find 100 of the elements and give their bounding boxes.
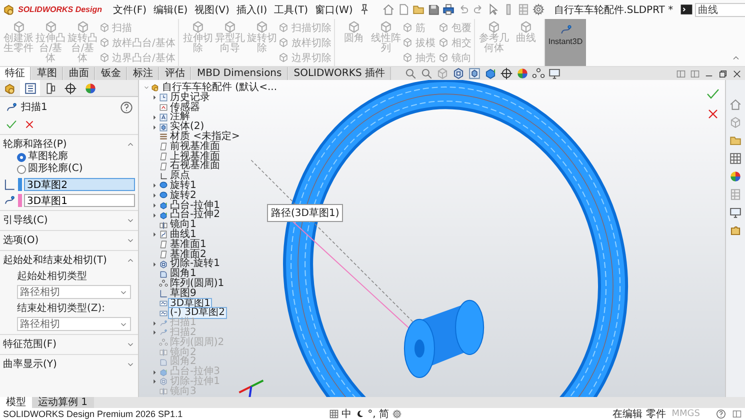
search-field[interactable]: 曲线 <box>695 2 745 16</box>
menu-item[interactable]: 插入(I) <box>234 2 270 16</box>
tree-item[interactable]: 旋转1 <box>169 180 198 191</box>
selection-field[interactable]: 3D草图2 <box>24 178 135 191</box>
puzzle-icon[interactable] <box>729 224 742 237</box>
help-icon[interactable] <box>120 100 133 114</box>
tangency-dropdown[interactable]: 路径相切 <box>17 285 131 299</box>
section-header[interactable]: 曲率显示(Y) <box>3 357 57 371</box>
home-icon[interactable] <box>729 98 742 111</box>
ime-script[interactable]: 简 <box>378 407 389 420</box>
appearance-icon[interactable] <box>84 82 96 94</box>
tree-item[interactable]: 传感器 <box>169 102 201 112</box>
expand-arrow-icon[interactable] <box>151 231 158 238</box>
tree-item[interactable]: 实体(2) <box>169 122 206 132</box>
tab[interactable]: 模型 <box>0 397 32 408</box>
panel-icon[interactable] <box>732 409 742 419</box>
tree-item[interactable]: 前视基准面 <box>169 142 221 152</box>
settings-icon[interactable] <box>532 3 545 16</box>
save-icon[interactable] <box>426 3 440 16</box>
section-header[interactable]: 特征范围(F) <box>3 337 57 351</box>
menu-item[interactable]: 编辑(E) <box>152 2 190 16</box>
tree-item[interactable]: 阵列(圆周)1 <box>169 278 226 289</box>
folder-icon[interactable] <box>412 3 425 16</box>
feature-manager-icon[interactable] <box>4 82 16 94</box>
display-style-icon[interactable] <box>484 67 497 80</box>
ime-punctuation[interactable]: °, <box>368 408 376 420</box>
expand-arrow-icon[interactable] <box>151 212 158 219</box>
expand-arrow-icon[interactable] <box>151 192 158 200</box>
expand-arrow-icon[interactable] <box>151 94 158 102</box>
grid-icon[interactable] <box>729 152 742 165</box>
tree-item[interactable]: 历史记录 <box>169 92 211 103</box>
tree-item[interactable]: 草图9 <box>169 288 198 299</box>
section-header[interactable]: 轮廓和路径(P) <box>3 137 67 151</box>
home-icon[interactable] <box>382 3 395 16</box>
menu-item[interactable]: 窗口(W) <box>313 2 355 16</box>
radio-button[interactable] <box>17 164 26 174</box>
instant3d-button[interactable]: Instant3D <box>545 19 586 66</box>
tree-item[interactable]: 切除-旋转1 <box>169 259 221 270</box>
tab[interactable]: 草图 <box>32 67 63 80</box>
property-manager-icon[interactable] <box>24 82 36 94</box>
tree-item[interactable]: 圆角1 <box>169 269 198 279</box>
help-icon[interactable] <box>716 409 726 419</box>
scene-icon[interactable] <box>532 67 545 80</box>
tree-item[interactable]: 自行车车轮配件 (默认<... <box>161 83 278 93</box>
menu-item[interactable]: 文件(F) <box>111 2 149 16</box>
close-icon[interactable] <box>732 68 742 78</box>
tree-item[interactable]: 基准面1 <box>169 240 208 250</box>
ok-icon[interactable] <box>5 118 18 131</box>
tab[interactable]: SOLIDWORKS 插件 <box>288 67 391 80</box>
tab[interactable]: 特征 <box>0 67 31 80</box>
folder-icon[interactable] <box>729 134 742 147</box>
tree-item[interactable]: 旋转2 <box>169 190 198 201</box>
tree-item[interactable]: 材质 <未指定> <box>169 132 241 142</box>
expand-arrow-icon[interactable] <box>151 260 158 268</box>
tree-item[interactable]: 曲线1 <box>169 230 198 240</box>
tab[interactable]: 标注 <box>128 67 159 80</box>
tangency-dropdown[interactable]: 路径相切 <box>17 317 131 331</box>
monitor-icon[interactable] <box>548 67 561 80</box>
tree-item[interactable]: 凸台-拉伸2 <box>169 210 221 220</box>
ime-mode[interactable]: 中 <box>342 407 352 420</box>
settings-icon[interactable] <box>392 409 402 419</box>
tree-item[interactable]: 基准面2 <box>169 250 208 260</box>
restore-icon[interactable] <box>718 68 728 78</box>
section-header[interactable]: 选项(O) <box>3 233 39 247</box>
panel-icon[interactable] <box>690 68 700 78</box>
tab[interactable]: MBD Dimensions <box>192 67 288 80</box>
monitor-icon[interactable] <box>729 206 742 219</box>
zoom-icon[interactable] <box>404 67 417 80</box>
menu-item[interactable]: 工具(T) <box>272 2 310 16</box>
color-wheel-icon[interactable] <box>729 170 742 183</box>
moon-icon[interactable] <box>354 409 365 419</box>
section-view-icon[interactable] <box>452 67 465 80</box>
menu-item[interactable]: 视图(V) <box>192 2 232 16</box>
cancel-icon[interactable] <box>23 118 36 131</box>
expand-arrow-icon[interactable] <box>151 124 158 131</box>
panel-icon[interactable] <box>676 68 686 78</box>
expand-arrow-icon[interactable] <box>151 202 158 209</box>
section-header[interactable]: 引导线(C) <box>3 213 48 227</box>
tab[interactable]: 钣金 <box>96 67 127 80</box>
section-header[interactable]: 起始处和结束处相切(T) <box>3 253 107 267</box>
tab[interactable]: 评估 <box>160 67 191 80</box>
printer-icon[interactable] <box>442 3 455 16</box>
crosshair-icon[interactable] <box>64 82 76 94</box>
keyboard-icon[interactable] <box>328 409 339 419</box>
expand-arrow-icon[interactable] <box>151 182 158 190</box>
expand-arrow-icon[interactable] <box>151 114 158 121</box>
radio-label[interactable]: 圆形轮廓(C) <box>28 163 83 175</box>
radio-button[interactable] <box>17 152 26 162</box>
view-orientation-icon[interactable] <box>468 67 481 80</box>
cube-icon <box>12 20 26 34</box>
tree-item[interactable]: 凸台-拉伸1 <box>169 200 221 210</box>
tree-item[interactable]: 上视基准面 <box>169 152 221 162</box>
selection-field[interactable]: 3D草图1 <box>24 194 135 207</box>
tab[interactable]: 曲面 <box>64 67 95 80</box>
zoom-area-icon[interactable] <box>420 67 433 80</box>
radio-label[interactable]: 草图轮廓 <box>28 151 68 163</box>
tab[interactable]: 运动算例 1 <box>32 397 94 408</box>
tree-item[interactable]: 镜向1 <box>169 220 198 230</box>
appearance-icon[interactable] <box>516 67 529 80</box>
tree-item[interactable]: 原点 <box>169 171 191 181</box>
